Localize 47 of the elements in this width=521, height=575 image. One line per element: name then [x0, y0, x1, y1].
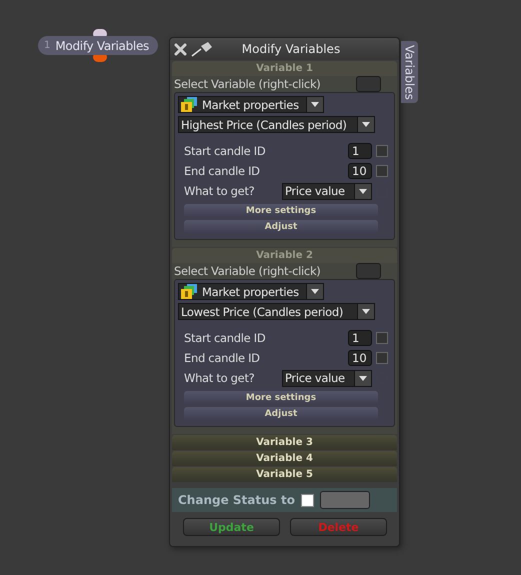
field-label: End candle ID [184, 351, 261, 365]
caret-icon [311, 102, 319, 107]
checkbox[interactable] [376, 145, 388, 157]
field-label: What to get? [184, 371, 256, 385]
checkbox[interactable] [376, 332, 388, 344]
status-color-box[interactable] [320, 491, 370, 509]
close-icon[interactable] [174, 42, 187, 56]
number-field[interactable]: 1 [348, 143, 372, 159]
settings-button[interactable]: More settings [184, 391, 378, 404]
section-header[interactable]: Variable 4 [172, 451, 397, 466]
number-field[interactable]: 10 [348, 163, 372, 179]
settings-button[interactable]: Adjust [184, 407, 378, 420]
category-dropdown[interactable]: Market properties [178, 283, 324, 300]
field-label: Start candle ID [184, 331, 266, 345]
settings-button[interactable]: Adjust [184, 220, 378, 233]
caret-icon [362, 309, 370, 314]
node-label: Modify Variables [55, 38, 149, 52]
dropdown[interactable]: Price value [282, 370, 372, 386]
money-icon [181, 97, 199, 112]
field-label: Start candle ID [184, 144, 266, 158]
status-label: Change Status to [178, 493, 295, 507]
caret-icon [362, 122, 370, 127]
select-variable-label: Select Variable (right-click) [174, 264, 322, 278]
field-label: What to get? [184, 184, 256, 198]
node-number: 1 [44, 40, 50, 51]
section-header[interactable]: Variable 3 [172, 435, 397, 450]
category-dropdown[interactable]: Market properties [178, 96, 324, 113]
caret-icon [311, 289, 319, 294]
caret-icon [359, 188, 367, 194]
node[interactable]: 1 Modify Variables [38, 36, 158, 55]
function-dropdown[interactable]: Lowest Price (Candles period) [178, 303, 375, 320]
pin-icon[interactable] [191, 41, 213, 57]
dropdown[interactable]: Price value [282, 182, 372, 200]
select-variable-label: Select Variable (right-click) [174, 77, 322, 91]
settings-button[interactable]: More settings [184, 204, 378, 217]
window-title: Modify Variables [240, 42, 342, 56]
status-checkbox[interactable] [300, 494, 314, 506]
section-header[interactable]: Variable 5 [172, 467, 397, 482]
number-field[interactable]: 10 [348, 350, 372, 366]
checkbox[interactable] [376, 165, 388, 177]
number-field[interactable]: 1 [348, 330, 372, 346]
money-icon [181, 284, 199, 299]
caret-icon [359, 376, 367, 380]
checkbox[interactable] [376, 352, 388, 364]
function-dropdown[interactable]: Highest Price (Candles period) [178, 116, 375, 133]
field-label: End candle ID [184, 164, 261, 178]
side-tab[interactable]: Variables [401, 41, 418, 103]
